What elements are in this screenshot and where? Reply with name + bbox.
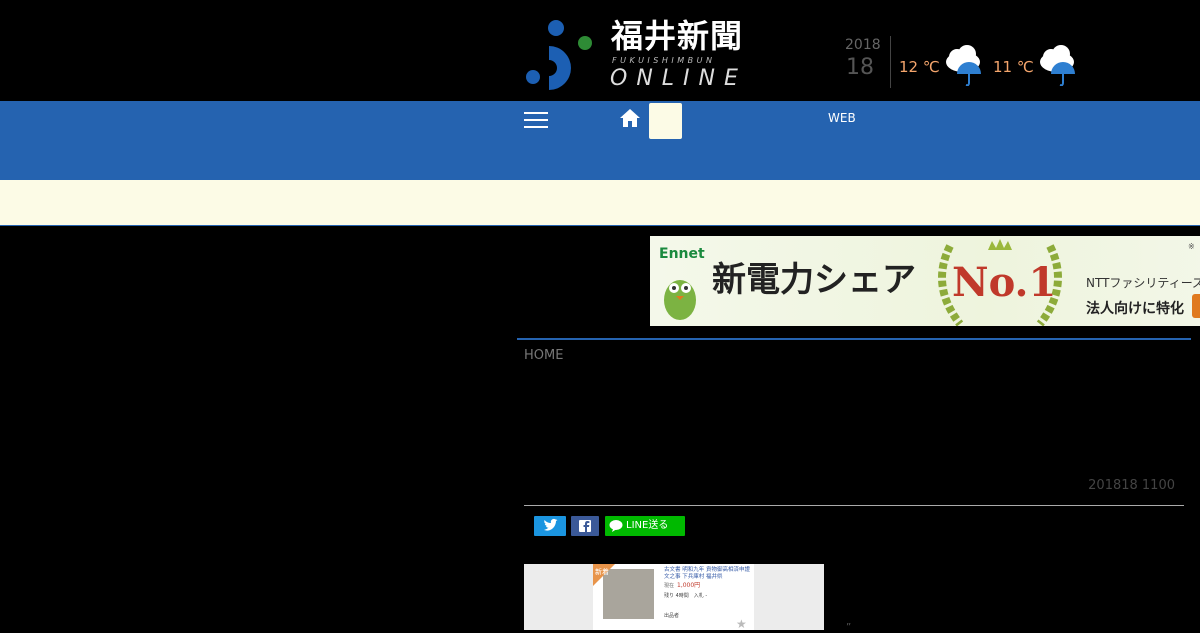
image-seller: 出品者: [664, 613, 680, 619]
ad-badge: No.1: [952, 259, 1057, 306]
nav-web-link[interactable]: WEB: [828, 110, 856, 126]
logo-mark-icon[interactable]: [524, 18, 596, 92]
share-twitter-button[interactable]: [534, 516, 566, 536]
weather-temp-low: 11 ℃: [993, 58, 1034, 76]
date-year: 2018: [845, 37, 881, 53]
search-input[interactable]: [649, 103, 682, 139]
share-facebook-button[interactable]: [571, 516, 599, 536]
image-remaining: 残り 4時間 入札 -: [664, 593, 708, 599]
image-listing-card: 新着 古文書 明和九年 貢物御高相済申證文之事 下兵庫村 福井県 現在 1,00…: [593, 564, 754, 630]
logo-title[interactable]: 福井新聞: [611, 18, 766, 54]
ad-note: ※: [1188, 242, 1195, 251]
date-day: 18: [846, 55, 874, 80]
header-divider: [890, 36, 891, 88]
weather-temp-high: 12 ℃: [899, 58, 940, 76]
home-icon[interactable]: [619, 108, 641, 128]
image-listing-title: 古文書 明和九年 貢物御高相済申證文之事 下兵庫村 福井県: [664, 567, 750, 580]
ad-cta-button[interactable]: [1192, 294, 1200, 318]
ad-company: NTTファシリティーズ、東: [1086, 276, 1200, 290]
rain-cloud-icon: [946, 45, 981, 86]
new-ribbon-label: 新着: [595, 568, 609, 576]
article-top-rule: [517, 338, 1191, 340]
ad-banner[interactable]: Ennet 新電力シェア No.1 NTTファシリティーズ、東 法人向けに特化 …: [650, 236, 1200, 326]
site-header: [0, 0, 1200, 101]
image-caption: ”: [846, 622, 852, 633]
ad-brand: Ennet: [659, 246, 705, 262]
image-price-label: 現在: [664, 583, 675, 589]
logo-online-text: ONLINE: [610, 66, 747, 91]
rain-cloud-icon: [1040, 45, 1075, 86]
line-icon: [609, 520, 623, 532]
article-timestamp: 201818 1100: [1088, 478, 1175, 493]
article-image[interactable]: 新着 古文書 明和九年 貢物御高相済申證文之事 下兵庫村 福井県 現在 1,00…: [524, 564, 824, 630]
logo-roman-text: FUKUISHIMBUN: [612, 56, 716, 65]
share-line-label: LINE送る: [626, 520, 669, 531]
share-line-button[interactable]: LINE送る: [605, 516, 685, 536]
ad-headline: 新電力シェア: [712, 260, 916, 300]
facebook-icon: [579, 520, 591, 532]
article-divider: [524, 505, 1184, 506]
mascot-icon: [664, 280, 696, 320]
sub-nav-bar: [0, 180, 1200, 226]
main-nav-bar: [0, 101, 1200, 180]
breadcrumb-home[interactable]: HOME: [524, 348, 563, 364]
image-price: 1,000円: [677, 582, 701, 589]
ad-tagline: 法人向けに特化: [1086, 301, 1184, 317]
hamburger-menu-icon[interactable]: [524, 111, 548, 129]
twitter-icon: [544, 518, 558, 531]
star-icon: ★: [736, 617, 747, 630]
